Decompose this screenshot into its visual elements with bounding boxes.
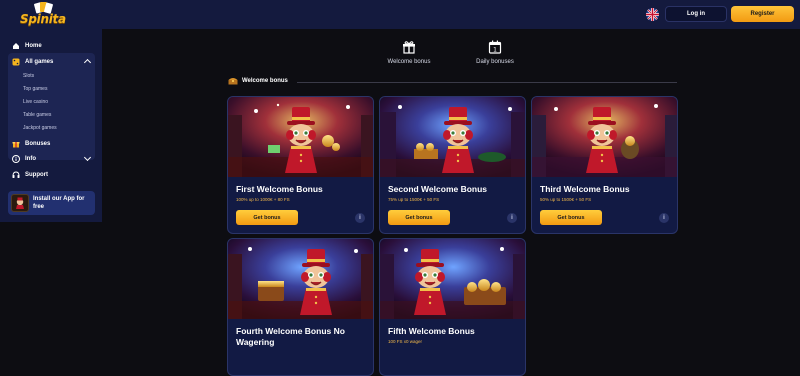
card-subtitle: 50% up to 1500€ + 50 FS <box>540 197 592 202</box>
tab-label: Welcome bonus <box>387 59 431 65</box>
section-heading: Welcome bonus <box>228 77 288 85</box>
bonus-card-art <box>228 97 373 177</box>
card-title: Fourth Welcome Bonus No Wagering <box>236 326 345 347</box>
card-subtitle: 100 FS x0 wager <box>388 339 423 344</box>
tab-daily-bonuses[interactable]: 1 Daily bonuses <box>460 36 530 65</box>
login-button[interactable]: Log in <box>665 6 727 22</box>
uk-flag-icon[interactable] <box>646 8 659 21</box>
sidebar-sub-slots[interactable]: Slots <box>23 73 34 79</box>
bonus-card-art <box>532 97 677 177</box>
app-icon <box>11 194 29 212</box>
sidebar-item-info[interactable]: Info <box>12 153 92 165</box>
bonus-card-art <box>228 239 373 319</box>
bonus-card-art <box>380 239 525 319</box>
gift-icon <box>12 140 20 148</box>
logo-wordmark: Spinita <box>20 12 66 26</box>
install-app-text: Install our App for free <box>33 196 85 210</box>
sidebar-item-label: All games <box>25 59 54 65</box>
spinita-logo[interactable]: Spinita <box>20 2 68 27</box>
sidebar: Home All games Slots Top games Live casi… <box>0 29 102 222</box>
chevron-down-icon[interactable] <box>83 153 92 162</box>
gift-box-icon <box>402 40 416 54</box>
section-divider <box>297 82 677 83</box>
sidebar-sub-live-casino[interactable]: Live casino <box>23 99 48 105</box>
chevron-up-icon[interactable] <box>83 58 92 67</box>
bonus-card-5[interactable]: Fifth Welcome Bonus 100 FS x0 wager <box>379 238 526 376</box>
bonus-card-1[interactable]: First Welcome Bonus 100% up to 1000€ + 8… <box>227 96 374 234</box>
info-icon[interactable]: i <box>355 213 365 223</box>
svg-text:1: 1 <box>493 47 497 54</box>
card-title: First Welcome Bonus <box>236 184 323 194</box>
sidebar-item-label: Support <box>25 172 48 178</box>
section-title: Welcome bonus <box>242 78 288 84</box>
card-title: Second Welcome Bonus <box>388 184 488 194</box>
info-icon[interactable]: i <box>659 213 669 223</box>
install-app-banner[interactable]: Install our App for free <box>8 191 95 215</box>
card-title: Fifth Welcome Bonus <box>388 326 475 336</box>
bonus-card-3[interactable]: Third Welcome Bonus 50% up to 1500€ + 50… <box>531 96 678 234</box>
game-dice-icon <box>12 58 20 66</box>
card-title: Third Welcome Bonus <box>540 184 630 194</box>
bonus-card-4[interactable]: Fourth Welcome Bonus No Wagering <box>227 238 374 376</box>
get-bonus-button[interactable]: Get bonus <box>540 210 602 225</box>
treasure-chest-icon <box>228 78 238 85</box>
sidebar-item-home[interactable]: Home <box>12 40 42 52</box>
card-subtitle: 100% up to 1000€ + 80 FS <box>236 197 290 202</box>
get-bonus-button[interactable]: Get bonus <box>388 210 450 225</box>
register-button[interactable]: Register <box>731 6 794 22</box>
info-icon[interactable]: i <box>507 213 517 223</box>
bonus-card-art <box>380 97 525 177</box>
sidebar-item-support[interactable]: Support <box>12 169 48 181</box>
sidebar-sub-table-games[interactable]: Table games <box>23 112 51 118</box>
sidebar-item-label: Bonuses <box>25 141 51 147</box>
bonus-card-2[interactable]: Second Welcome Bonus 75% up to 1500€ + 5… <box>379 96 526 234</box>
sidebar-item-all-games[interactable]: All games <box>12 56 92 68</box>
info-icon <box>12 155 20 163</box>
tab-welcome-bonus[interactable]: Welcome bonus <box>374 36 444 65</box>
home-icon <box>12 42 20 50</box>
support-icon <box>12 171 20 179</box>
sidebar-item-label: Home <box>25 43 42 49</box>
get-bonus-button[interactable]: Get bonus <box>236 210 298 225</box>
calendar-icon: 1 <box>488 40 502 54</box>
sidebar-sub-top-games[interactable]: Top games <box>23 86 47 92</box>
sidebar-item-bonuses[interactable]: Bonuses <box>12 138 50 150</box>
sidebar-item-label: Info <box>25 156 36 162</box>
tab-label: Daily bonuses <box>476 59 514 65</box>
sidebar-sub-jackpot-games[interactable]: Jackpot games <box>23 125 57 131</box>
card-subtitle: 75% up to 1500€ + 50 FS <box>388 197 440 202</box>
top-bar: Spinita Log in Register <box>0 0 800 29</box>
